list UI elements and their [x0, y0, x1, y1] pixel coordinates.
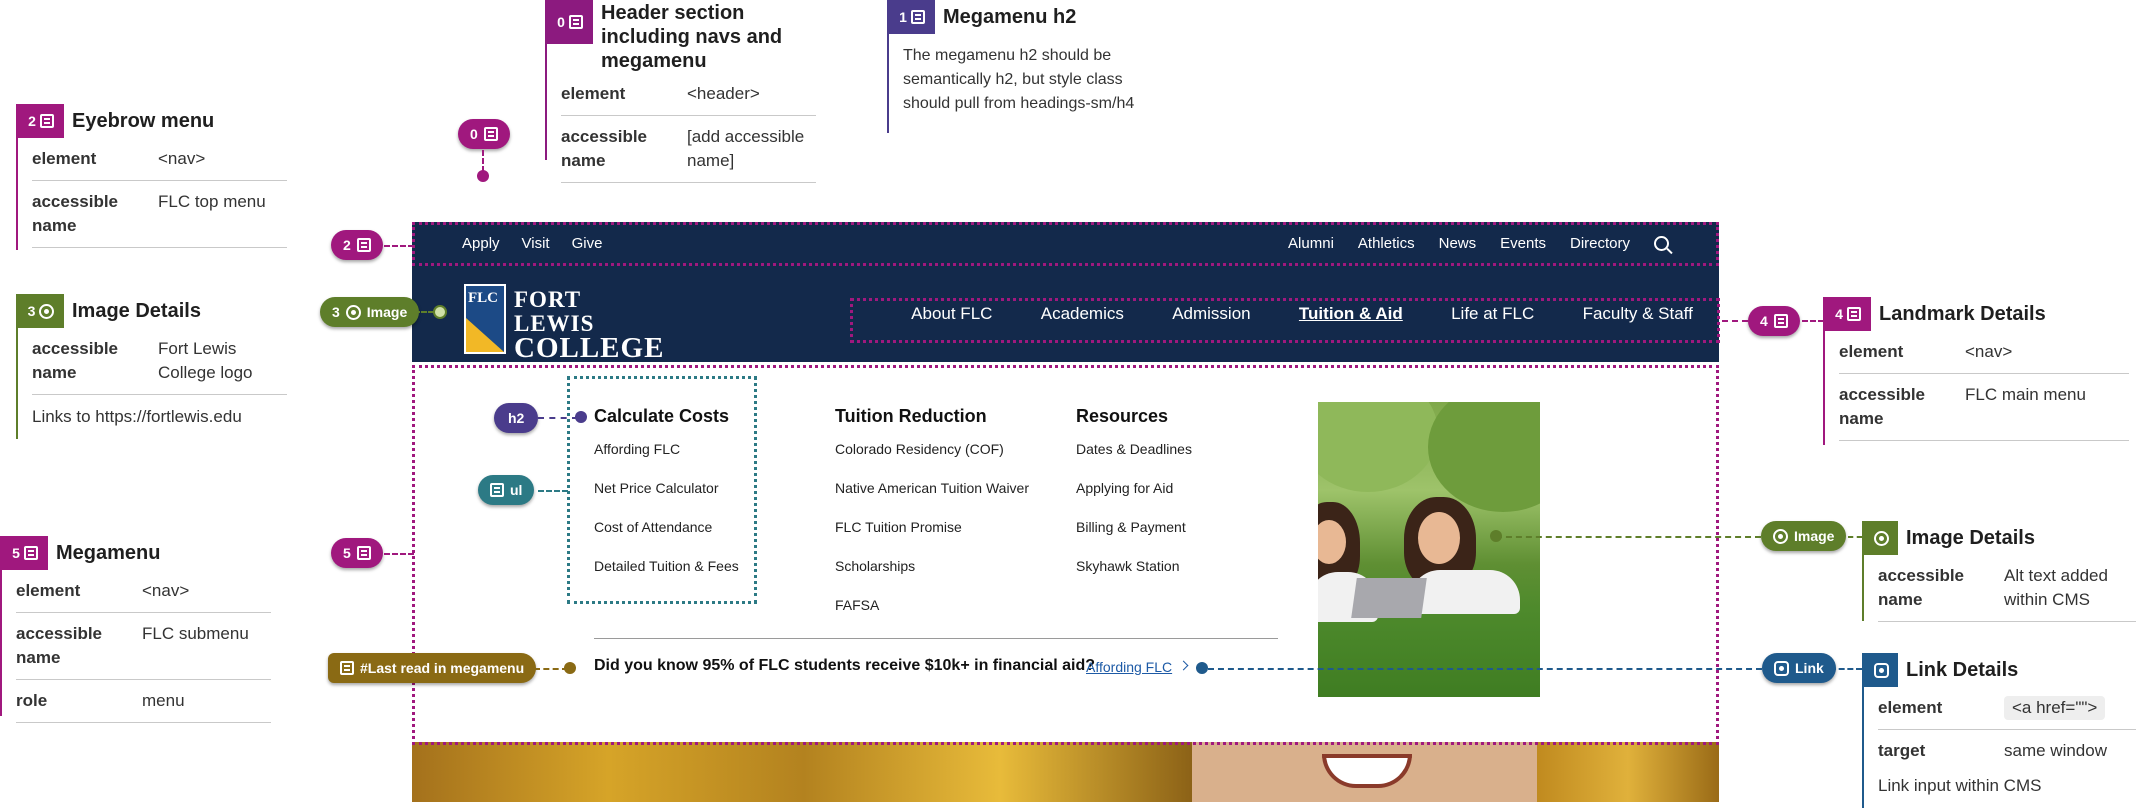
card-badge: 4 [1825, 297, 1871, 331]
card-title: Header section including navs and megame… [601, 2, 783, 72]
layout-icon [356, 238, 371, 252]
marker-link: Link [1762, 653, 1836, 683]
card-badge: 3 [18, 294, 64, 328]
heading-icon [910, 10, 925, 24]
layout-icon [483, 127, 498, 141]
card-badge [1864, 521, 1898, 555]
image-icon [39, 303, 55, 319]
card-badge: 2 [18, 104, 64, 138]
card-badge: 1 [889, 0, 935, 34]
marker-h2: h2 [494, 403, 539, 433]
layout-icon [1846, 307, 1861, 321]
layout-icon [1773, 314, 1788, 328]
card-megamenu-h2: 1 Megamenu h2 The megamenu h2 should be … [887, 0, 1167, 133]
card-badge [1864, 653, 1898, 687]
marker-last-read: #Last read in megamenu [328, 653, 537, 683]
hero-image-strip [412, 742, 1719, 802]
marker-logo-image: 3 Image [320, 297, 420, 327]
card-badge: 5 [2, 536, 48, 570]
layout-icon [356, 546, 371, 560]
card-megamenu: 5 Megamenu element <nav> accessible name F… [0, 536, 285, 723]
marker-megamenu: 5 [331, 538, 383, 568]
card-header: 0 Header section including navs and mega… [545, 0, 830, 183]
marker-landmark: 4 [1748, 306, 1800, 336]
card-landmark: 4 Landmark Details element <nav> accessib… [1823, 297, 2143, 445]
logo-shield-icon: FLC [464, 284, 506, 354]
image-icon [1873, 530, 1889, 546]
calculate-list-outline [567, 376, 757, 604]
college-logo[interactable]: FLC FORT LEWIS COLLEGE [464, 284, 664, 363]
card-badge: 0 [547, 0, 593, 44]
image-icon [345, 304, 361, 320]
eyebrow-outline [412, 222, 1719, 266]
list-icon [490, 483, 504, 497]
card-eyebrow: 2 Eyebrow menu element <nav> accessible n… [16, 104, 301, 250]
main-nav-outline [850, 298, 1720, 343]
marker-ul: ul [478, 475, 535, 505]
card-image-photo: Image Details accessible name Alt text ad… [1862, 521, 2150, 622]
card-image-logo: 3 Image Details accessible name Fort Lewi… [16, 294, 301, 439]
card-link: Link Details element <a href=""> target sa… [1862, 653, 2150, 808]
link-icon [1873, 662, 1889, 678]
image-icon [1773, 528, 1788, 544]
bookmark-icon [340, 661, 354, 675]
marker-eyebrow: 2 [331, 230, 383, 260]
layout-icon [23, 546, 38, 560]
marker-header: 0 [458, 119, 510, 149]
link-icon [1774, 660, 1789, 676]
layout-icon [39, 114, 54, 128]
layout-icon [568, 15, 583, 29]
marker-photo-image: Image [1761, 521, 1847, 551]
logo-wordmark: FORT LEWIS COLLEGE [514, 287, 665, 364]
